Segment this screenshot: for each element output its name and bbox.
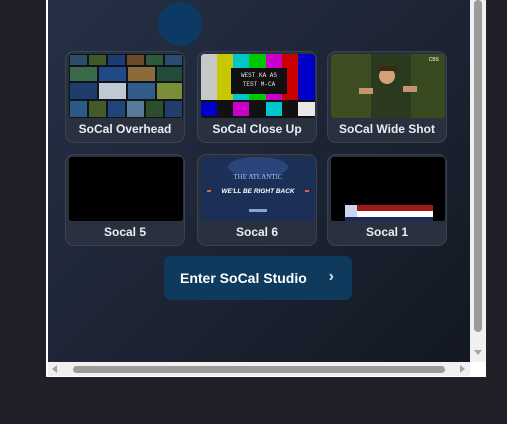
horizontal-scroll-thumb[interactable] — [73, 366, 445, 373]
chevron-right-icon: › — [328, 268, 334, 285]
enter-studio-button[interactable]: Enter SoCal Studio › — [164, 256, 352, 300]
enter-studio-label: Enter SoCal Studio — [180, 270, 307, 286]
camera-thumbnail: CBS — [331, 54, 445, 118]
scroll-right-arrow-icon[interactable] — [460, 365, 465, 373]
tile-label: SoCal Wide Shot — [339, 122, 435, 136]
vertical-scrollbar[interactable] — [470, 0, 486, 362]
tile-label: Socal 5 — [103, 225, 147, 239]
camera-tile-socal-5[interactable]: Socal 5 — [65, 154, 185, 246]
tile-label: Socal 1 — [365, 225, 409, 239]
thumb-text: TEST M-CA — [243, 81, 276, 88]
thumb-text: THE ATLANTIC — [233, 173, 283, 181]
thumb-text: WE'LL BE RIGHT BACK — [221, 188, 296, 195]
tile-label: Socal 6 — [235, 225, 279, 239]
thumb-badge: CBS — [429, 57, 440, 63]
camera-thumbnail: THE ATLANTIC WE'LL BE RIGHT BACK — [201, 157, 315, 221]
tile-label: SoCal Overhead — [78, 122, 172, 136]
camera-tile-socal-close-up[interactable]: WEST KA AS TEST M-CA SoCal Close Up — [197, 51, 317, 143]
camera-tile-socal-1[interactable]: Socal 1 — [327, 154, 447, 246]
camera-thumbnail — [69, 157, 183, 221]
camera-thumbnail — [69, 54, 183, 118]
camera-tile-socal-wide-shot[interactable]: CBS SoCal Wide Shot — [327, 51, 447, 143]
scroll-down-arrow-icon[interactable] — [474, 350, 482, 355]
browser-frame: SoCal Overhead WEST KA AS TEST M-CA SoCa… — [46, 0, 486, 377]
camera-tile-socal-6[interactable]: THE ATLANTIC WE'LL BE RIGHT BACK Socal 6 — [197, 154, 317, 246]
camera-thumbnail — [331, 157, 445, 221]
scroll-left-arrow-icon[interactable] — [52, 365, 57, 373]
camera-thumbnail: WEST KA AS TEST M-CA — [201, 54, 315, 118]
thumb-text: WEST KA AS — [241, 72, 277, 79]
horizontal-scrollbar[interactable] — [48, 362, 470, 376]
studio-panel: SoCal Overhead WEST KA AS TEST M-CA SoCa… — [48, 0, 470, 362]
vertical-scroll-thumb[interactable] — [474, 0, 482, 332]
tile-label: SoCal Close Up — [212, 122, 302, 136]
avatar — [158, 2, 202, 46]
camera-tile-socal-overhead[interactable]: SoCal Overhead — [65, 51, 185, 143]
